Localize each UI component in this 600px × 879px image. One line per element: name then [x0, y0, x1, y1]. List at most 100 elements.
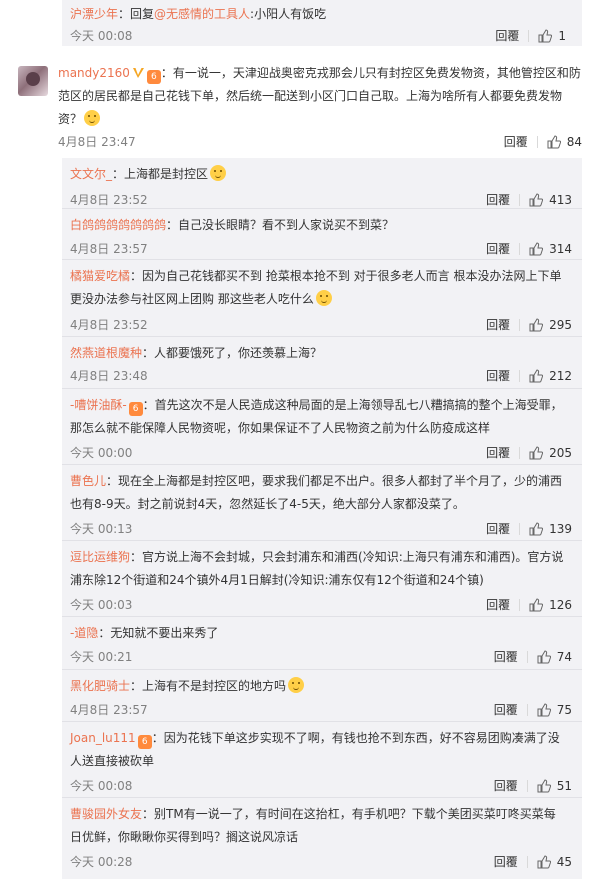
reply-actions: 回覆 205	[486, 444, 572, 461]
like-count: 45	[556, 854, 572, 869]
reply-time: 4月8日 23:48	[70, 369, 148, 383]
reply-text: ：官方说上海不会封城，只会封浦东和浦西(冷知识:上海只有浦东和浦西)。官方说浦东…	[70, 550, 564, 587]
thumbs-up-icon[interactable]	[529, 241, 544, 256]
reply-button[interactable]: 回覆	[494, 777, 518, 794]
thumbs-up-icon[interactable]	[538, 28, 553, 43]
replies-list: 文文尔_：上海都是封控区 4月8日 23:52 回覆 413 白鸽鸽鸽鸽鸽鸽鸽：自…	[62, 158, 582, 879]
reply-time: 4月8日 23:52	[70, 318, 148, 332]
reply-time: 4月8日 23:57	[70, 242, 148, 256]
thumbs-up-icon[interactable]	[537, 778, 551, 793]
thumbs-up-icon[interactable]	[529, 192, 544, 207]
reply-username[interactable]: Joan_lu111	[70, 731, 136, 745]
reply-username[interactable]: 沪漂少年	[70, 7, 118, 21]
comment-actions: 回覆 84	[504, 133, 582, 150]
reply-button[interactable]: 回覆	[486, 316, 510, 333]
divider	[536, 135, 538, 148]
like-count: 212	[549, 368, 572, 383]
reply-actions: 回覆 212	[486, 367, 572, 384]
thumbs-up-icon[interactable]	[547, 134, 561, 149]
reply-username[interactable]: 逗比运维狗	[70, 550, 130, 564]
thumbs-up-icon[interactable]	[529, 368, 544, 383]
reply-actions: 回覆 413	[486, 191, 572, 208]
reply-item: Joan_lu111 6 ：因为花钱下单这步实现不了啊，有钱也抢不到东西，好不容易团…	[62, 727, 582, 797]
divider	[62, 388, 582, 389]
reply-username[interactable]: 白鸽鸽鸽鸽鸽鸽鸽	[70, 218, 166, 232]
like-count: 74	[556, 649, 572, 664]
verified-v-icon	[132, 68, 144, 78]
reply-button[interactable]: 回覆	[495, 27, 519, 44]
level-badge-icon: 6	[146, 70, 161, 84]
divider	[519, 369, 521, 382]
reply-button[interactable]: 回覆	[486, 520, 510, 537]
comment-time: 4月8日 23:47	[58, 135, 136, 149]
reply-username[interactable]: 然燕道根魔种	[70, 346, 142, 360]
divider	[528, 29, 530, 42]
reply-button[interactable]: 回覆	[486, 444, 510, 461]
like-count: 205	[549, 445, 572, 460]
reply-button[interactable]: 回覆	[494, 853, 518, 870]
thinking-emoji-icon	[315, 290, 332, 306]
divider	[62, 540, 582, 541]
thumbs-up-icon[interactable]	[537, 649, 551, 664]
reply-text: ：人都要饿死了，你还羡慕上海？	[142, 346, 323, 360]
reply-username[interactable]: 曹骏园外女友	[70, 807, 142, 821]
comment-thread: 沪漂少年：回复@无感情的工具人:小阳人有饭吃 今天 00:08 回覆 1 man…	[0, 0, 600, 879]
thumbs-up-icon[interactable]	[529, 445, 544, 460]
comment-username[interactable]: mandy2160	[58, 66, 130, 80]
like-count: 1	[558, 28, 566, 43]
reply-username[interactable]: 文文尔_	[70, 167, 112, 181]
avatar[interactable]	[18, 66, 48, 96]
reply-button[interactable]: 回覆	[494, 701, 518, 718]
reply-text: ：现在全上海都是封控区吧，要求我们都足不出户。很多人都封了半个月了，少的浦西也有…	[70, 474, 563, 511]
thumbs-up-icon[interactable]	[529, 597, 544, 612]
divider	[526, 650, 528, 663]
level-badge-icon: 6	[128, 402, 143, 416]
reply-time: 今天 00:13	[70, 522, 133, 536]
reply-button[interactable]: 回覆	[494, 648, 518, 665]
reply-item: 文文尔_：上海都是封控区 4月8日 23:52 回覆 413	[62, 163, 582, 208]
reply-actions: 回覆 75	[494, 701, 572, 718]
reply-button[interactable]: 回覆	[504, 133, 528, 150]
like-count: 75	[556, 702, 572, 717]
thumbs-up-icon[interactable]	[529, 521, 544, 536]
reply-button[interactable]: 回覆	[486, 596, 510, 613]
laughing-emoji-icon	[288, 677, 305, 693]
divider	[526, 779, 528, 792]
divider	[62, 721, 582, 722]
reply-text: ：自己没长眼睛？看不到人家说买不到菜？	[166, 218, 395, 232]
divider	[62, 616, 582, 617]
reply-item: -道隐：无知就不要出来秀了 今天 00:21 回覆 74	[62, 622, 582, 665]
reply-time: 今天 00:03	[70, 598, 133, 612]
like-count: 84	[566, 134, 582, 149]
level-badge-icon: 6	[137, 735, 152, 749]
reply-actions: 回覆 139	[486, 520, 572, 537]
mention-link[interactable]: @无感情的工具人	[154, 7, 250, 21]
reply-actions: 回覆 51	[494, 777, 572, 794]
reply-time: 今天 00:28	[70, 855, 133, 869]
divider	[519, 598, 521, 611]
reply-button[interactable]: 回覆	[486, 191, 510, 208]
reply-button[interactable]: 回覆	[486, 240, 510, 257]
reply-username[interactable]: 橘猫爱吃橘	[70, 269, 130, 283]
reply-text: ：上海有不是封控区的地方吗	[130, 679, 287, 693]
reply-item: 橘猫爱吃橘：因为自己花钱都买不到 抢菜根本抢不到 对于很多老人而言 根本没办法网…	[62, 265, 582, 335]
reply-username[interactable]: 曹色儿	[70, 474, 106, 488]
thumbs-up-icon[interactable]	[537, 854, 551, 869]
divider	[62, 797, 582, 798]
thumbs-up-icon[interactable]	[529, 317, 544, 332]
reply-username[interactable]: -嘈饼油酥-	[70, 398, 127, 412]
reply-time: 今天 00:08	[70, 29, 133, 43]
divider	[526, 855, 528, 868]
reply-username[interactable]: 黑化肥骑士	[70, 679, 130, 693]
divider	[519, 522, 521, 535]
reply-item: -嘈饼油酥- 6 ：首先这次不是人民造成这种局面的是上海领导乱七八糟搞搞的整个上海受…	[62, 394, 582, 464]
reply-time: 今天 00:08	[70, 779, 133, 793]
divider	[519, 242, 521, 255]
reply-text: ：无知就不要出来秀了	[98, 626, 219, 640]
thumbs-up-icon[interactable]	[537, 702, 551, 717]
reply-button[interactable]: 回覆	[486, 367, 510, 384]
reply-username[interactable]: -道隐	[70, 626, 98, 640]
divider	[519, 193, 521, 206]
divider	[62, 464, 582, 465]
reply-text-prefix: ：回复	[118, 7, 155, 21]
